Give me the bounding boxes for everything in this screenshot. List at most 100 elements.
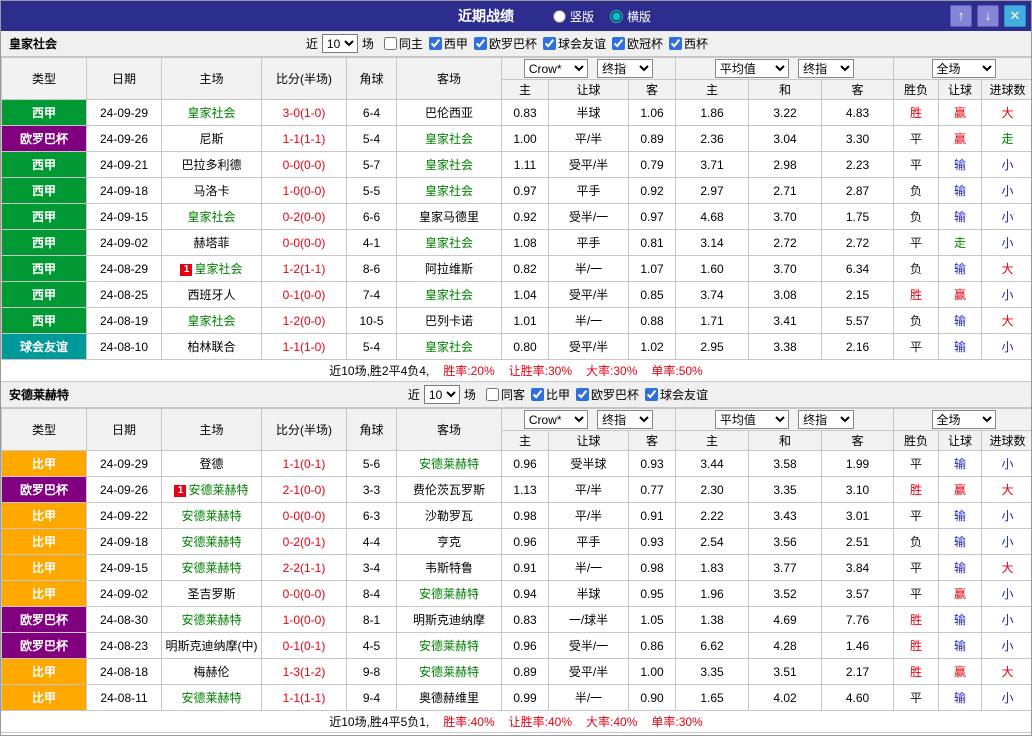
handicap-away-odds-cell: 1.06: [629, 100, 676, 126]
filter-checkbox-西甲[interactable]: 西甲: [429, 35, 468, 52]
radio-horizontal[interactable]: 横版: [610, 8, 651, 25]
away-team-cell: 巴列卡诺: [397, 308, 502, 334]
avg-home-odds-cell: 6.62: [676, 633, 749, 659]
avg-away-odds-cell: 3.84: [822, 555, 894, 581]
filter-checkbox-球会友谊[interactable]: 球会友谊: [543, 35, 606, 52]
avg-home-odds-cell: 3.35: [676, 659, 749, 685]
radio-vertical-input[interactable]: [553, 10, 566, 23]
subcol-goals-result: 进球数: [982, 80, 1032, 100]
radio-horizontal-input[interactable]: [610, 10, 623, 23]
handicap-odds-group-header: Crow* 终指: [502, 409, 676, 431]
games-count-select[interactable]: 10: [322, 34, 358, 53]
subcol-avg-draw: 和: [749, 80, 822, 100]
date-cell: 24-09-02: [87, 230, 162, 256]
filter-checkbox-球会友谊[interactable]: 球会友谊: [645, 386, 708, 403]
away-team-cell: 皇家社会: [397, 334, 502, 360]
avg-home-odds-cell: 3.71: [676, 152, 749, 178]
close-button[interactable]: ✕: [1004, 5, 1026, 27]
checkbox-input[interactable]: [384, 37, 397, 50]
avg-odds-select[interactable]: 平均值: [715, 59, 789, 78]
checkbox-input[interactable]: [486, 388, 499, 401]
full-match-select[interactable]: 全场: [932, 59, 996, 78]
summary-stat: 单率:30%: [651, 715, 702, 729]
date-cell: 24-09-18: [87, 178, 162, 204]
filter-checkbox-西杯[interactable]: 西杯: [669, 35, 708, 52]
col-score-header: 比分(半场): [262, 409, 347, 451]
handicap-line-cell: 平手: [549, 178, 629, 204]
team-name-text: 登德: [199, 457, 223, 471]
date-cell: 24-08-30: [87, 607, 162, 633]
avg-draw-odds-cell: 3.35: [749, 477, 822, 503]
checkbox-input[interactable]: [669, 37, 682, 50]
home-team-cell: 皇家社会: [162, 204, 262, 230]
checkbox-input[interactable]: [612, 37, 625, 50]
team-name-text: 明斯克迪纳摩: [413, 613, 485, 627]
checkbox-input[interactable]: [645, 388, 658, 401]
match-result-cell: 平: [894, 503, 939, 529]
filter-checkbox-同客[interactable]: 同客: [486, 386, 525, 403]
checkbox-input[interactable]: [576, 388, 589, 401]
score-cell: 0-0(0-0): [262, 581, 347, 607]
avg-away-odds-cell: 4.60: [822, 685, 894, 711]
results-table: 类型 日期 主场 比分(半场) 角球 客场 Crow* 终指 平均值 终指: [1, 57, 1032, 360]
avg-draw-odds-cell: 3.43: [749, 503, 822, 529]
league-filter-checkboxes: 同客比甲欧罗巴杯 球会友谊: [480, 386, 708, 404]
avg-home-odds-cell: 2.95: [676, 334, 749, 360]
team-name-text: 皇家社会: [425, 236, 473, 250]
final-odds-select-2[interactable]: 终指: [798, 59, 854, 78]
final-odds-select[interactable]: 终指: [597, 59, 653, 78]
team-name-text: 安德莱赫特: [419, 457, 479, 471]
corner-cell: 8-1: [347, 607, 397, 633]
away-team-cell: 安德莱赫特: [397, 451, 502, 477]
checkbox-input[interactable]: [474, 37, 487, 50]
avg-draw-odds-cell: 3.38: [749, 334, 822, 360]
checkbox-input[interactable]: [531, 388, 544, 401]
match-row: 西甲24-09-02赫塔菲0-0(0-0)4-1皇家社会1.08平手0.813.…: [2, 230, 1032, 256]
summary-stat: 胜率:20%: [443, 364, 494, 378]
handicap-line-cell: 半/一: [549, 685, 629, 711]
avg-odds-select[interactable]: 平均值: [715, 410, 789, 429]
checkbox-input[interactable]: [543, 37, 556, 50]
corner-cell: 10-5: [347, 308, 397, 334]
radio-vertical[interactable]: 竖版: [553, 8, 594, 25]
away-team-cell: 安德莱赫特: [397, 581, 502, 607]
league-cell: 球会友谊: [2, 334, 87, 360]
move-down-button[interactable]: ↓: [977, 5, 999, 27]
checkbox-label: 球会友谊: [660, 386, 708, 403]
summary-line: 近10场,胜4平5负1,胜率:40%让胜率:40%大率:40%单率:30%: [1, 711, 1031, 733]
date-cell: 24-08-29: [87, 256, 162, 282]
away-team-cell: 皇家社会: [397, 152, 502, 178]
filter-checkbox-比甲[interactable]: 比甲: [531, 386, 570, 403]
away-team-cell: 奥德赫维里: [397, 685, 502, 711]
move-up-button[interactable]: ↑: [950, 5, 972, 27]
games-count-select[interactable]: 10: [424, 385, 460, 404]
handicap-home-odds-cell: 0.82: [502, 256, 549, 282]
checkbox-input[interactable]: [429, 37, 442, 50]
final-odds-select-2[interactable]: 终指: [798, 410, 854, 429]
avg-draw-odds-cell: 2.72: [749, 230, 822, 256]
goals-result-cell: 大: [982, 100, 1032, 126]
odds-source-select[interactable]: Crow*: [524, 59, 588, 78]
match-result-cell: 胜: [894, 607, 939, 633]
score-cell: 0-1(0-0): [262, 282, 347, 308]
league-cell: 西甲: [2, 204, 87, 230]
odds-source-select[interactable]: Crow*: [524, 410, 588, 429]
team-name-text: 安德莱赫特: [181, 561, 241, 575]
filter-checkbox-欧罗巴杯[interactable]: 欧罗巴杯: [474, 35, 537, 52]
filter-checkbox-同主[interactable]: 同主: [384, 35, 423, 52]
handicap-result-cell: 输: [939, 685, 982, 711]
match-row: 欧罗巴杯24-08-30安德莱赫特1-0(0-0)8-1明斯克迪纳摩0.83一/…: [2, 607, 1032, 633]
filter-checkbox-欧冠杯[interactable]: 欧冠杯: [612, 35, 663, 52]
full-match-select[interactable]: 全场: [932, 410, 996, 429]
handicap-line-cell: 平/半: [549, 477, 629, 503]
team-name-text: 马洛卡: [193, 184, 229, 198]
filter-checkbox-欧罗巴杯[interactable]: 欧罗巴杯: [576, 386, 639, 403]
handicap-result-cell: 输: [939, 178, 982, 204]
handicap-result-cell: 走: [939, 230, 982, 256]
away-team-cell: 安德莱赫特: [397, 633, 502, 659]
score-cell: 0-0(0-0): [262, 503, 347, 529]
avg-home-odds-cell: 3.14: [676, 230, 749, 256]
avg-home-odds-cell: 3.44: [676, 451, 749, 477]
final-odds-select[interactable]: 终指: [597, 410, 653, 429]
match-result-cell: 负: [894, 529, 939, 555]
